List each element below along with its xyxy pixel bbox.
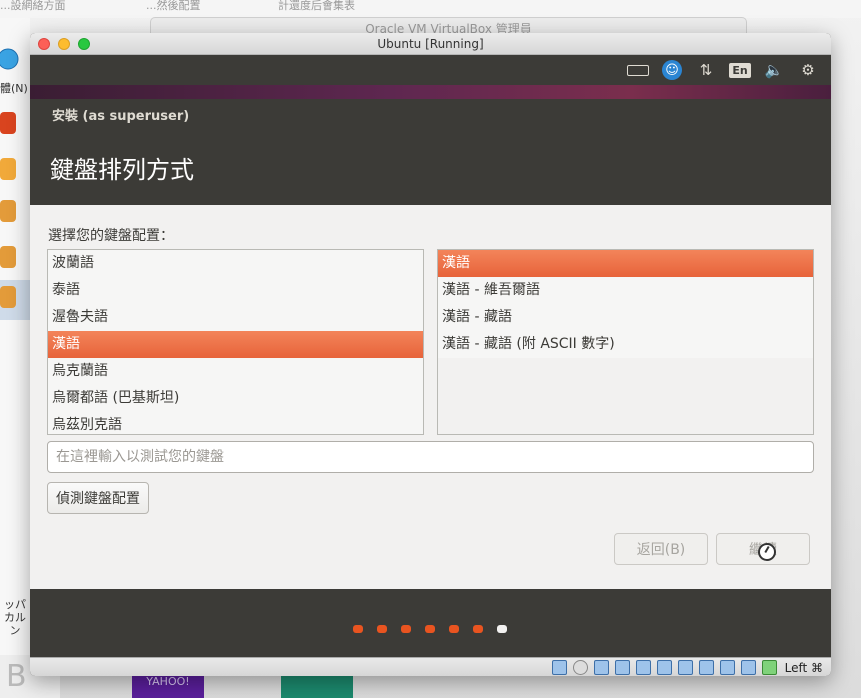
gear-icon[interactable]: ⚙ <box>791 55 825 85</box>
layout-row[interactable]: 渥魯夫語 <box>48 304 423 331</box>
display-icon[interactable] <box>677 660 693 675</box>
window-title: Ubuntu [Running] <box>377 37 484 51</box>
volume-icon[interactable]: 🔈 <box>757 55 791 85</box>
network-icon[interactable]: ⇅ <box>689 55 723 85</box>
layout-row[interactable]: 烏爾都語 (巴基斯坦) <box>48 385 423 412</box>
usb-icon[interactable] <box>635 660 651 675</box>
back-button[interactable]: 返回(B) <box>614 533 708 565</box>
shared-folders-icon[interactable] <box>656 660 672 675</box>
variant-row[interactable]: 漢語 - 維吾爾語 <box>438 277 813 304</box>
ubuntu-top-panel: ☺ ⇅ En 🔈 ⚙ <box>30 55 831 85</box>
layout-row[interactable]: 泰語 <box>48 277 423 304</box>
variant-row[interactable]: 漢語 <box>438 250 813 277</box>
keyboard-layout-list[interactable]: 波蘭語 泰語 渥魯夫語 漢語 烏克蘭語 烏爾都語 (巴基斯坦) 烏茲別克語 <box>47 249 424 435</box>
cpu-icon[interactable] <box>719 660 735 675</box>
background-label-3: 計還度后會集表 <box>278 0 355 12</box>
vm-list-item-icon[interactable] <box>0 152 30 192</box>
progress-dot <box>353 625 363 633</box>
progress-footer <box>30 589 831 657</box>
installer-dialog: 安裝 (as superuser) 鍵盤排列方式 選擇您的鍵盤配置： 波蘭語 泰語… <box>30 99 831 589</box>
layout-row[interactable]: 漢語 <box>48 331 423 358</box>
download-icon[interactable] <box>761 660 777 675</box>
vm-list-item-icon[interactable] <box>0 106 30 146</box>
vm-list-item-icon[interactable] <box>0 240 30 280</box>
installer-header: 安裝 (as superuser) 鍵盤排列方式 <box>30 99 831 205</box>
installer-window-title: 安裝 (as superuser) <box>52 109 190 124</box>
progress-dot <box>497 625 507 633</box>
vm-window: Ubuntu [Running] ☺ ⇅ En 🔈 ⚙ 安裝 (as super… <box>30 33 831 676</box>
keyboard-icon[interactable] <box>621 55 655 85</box>
progress-dots <box>353 625 521 633</box>
progress-dot <box>377 625 387 633</box>
background-top-strip <box>0 0 861 18</box>
network-adapter-icon[interactable] <box>614 660 630 675</box>
mouse-integration-icon[interactable] <box>740 660 756 675</box>
background-label-2: ...然後配置 <box>146 0 201 12</box>
vbox-status-bar: Left ⌘ <box>30 657 831 676</box>
vm-list-item-icon[interactable] <box>0 194 30 234</box>
busy-cursor-icon <box>758 543 776 561</box>
audio-icon[interactable] <box>593 660 609 675</box>
video-capture-icon[interactable] <box>698 660 714 675</box>
page-title: 鍵盤排列方式 <box>50 156 194 184</box>
accessibility-icon[interactable]: ☺ <box>655 55 689 85</box>
progress-dot <box>473 625 483 633</box>
vm-list-item-selected[interactable] <box>0 280 30 320</box>
keyboard-test-input[interactable] <box>47 441 814 473</box>
variant-row[interactable]: 漢語 - 藏語 <box>438 304 813 331</box>
window-titlebar[interactable]: Ubuntu [Running] <box>30 33 831 55</box>
layout-row[interactable]: 波蘭語 <box>48 250 423 277</box>
hard-disk-icon[interactable] <box>551 660 567 675</box>
language-indicator[interactable]: En <box>723 55 757 85</box>
layout-prompt: 選擇您的鍵盤配置： <box>48 228 174 244</box>
background-vm-list: 體(N) <box>0 18 30 698</box>
background-new-label: 體(N) <box>0 82 28 95</box>
background-label-1: ...設網絡方面 <box>0 0 66 12</box>
layout-row[interactable]: 烏克蘭語 <box>48 358 423 385</box>
layout-row[interactable]: 烏茲別克語 <box>48 412 423 434</box>
optical-drive-icon[interactable] <box>572 660 588 675</box>
keyboard-variant-list[interactable]: 漢語 漢語 - 維吾爾語 漢語 - 藏語 漢語 - 藏語 (附 ASCII 數字) <box>437 249 814 435</box>
host-key-label: Left ⌘ <box>784 660 823 675</box>
variant-row[interactable]: 漢語 - 藏語 (附 ASCII 數字) <box>438 331 813 358</box>
progress-dot <box>401 625 411 633</box>
detect-layout-button[interactable]: 偵測鍵盤配置 <box>47 482 149 514</box>
progress-dot <box>425 625 435 633</box>
progress-dot <box>449 625 459 633</box>
background-jp-label: ッパカル ン <box>4 598 26 637</box>
